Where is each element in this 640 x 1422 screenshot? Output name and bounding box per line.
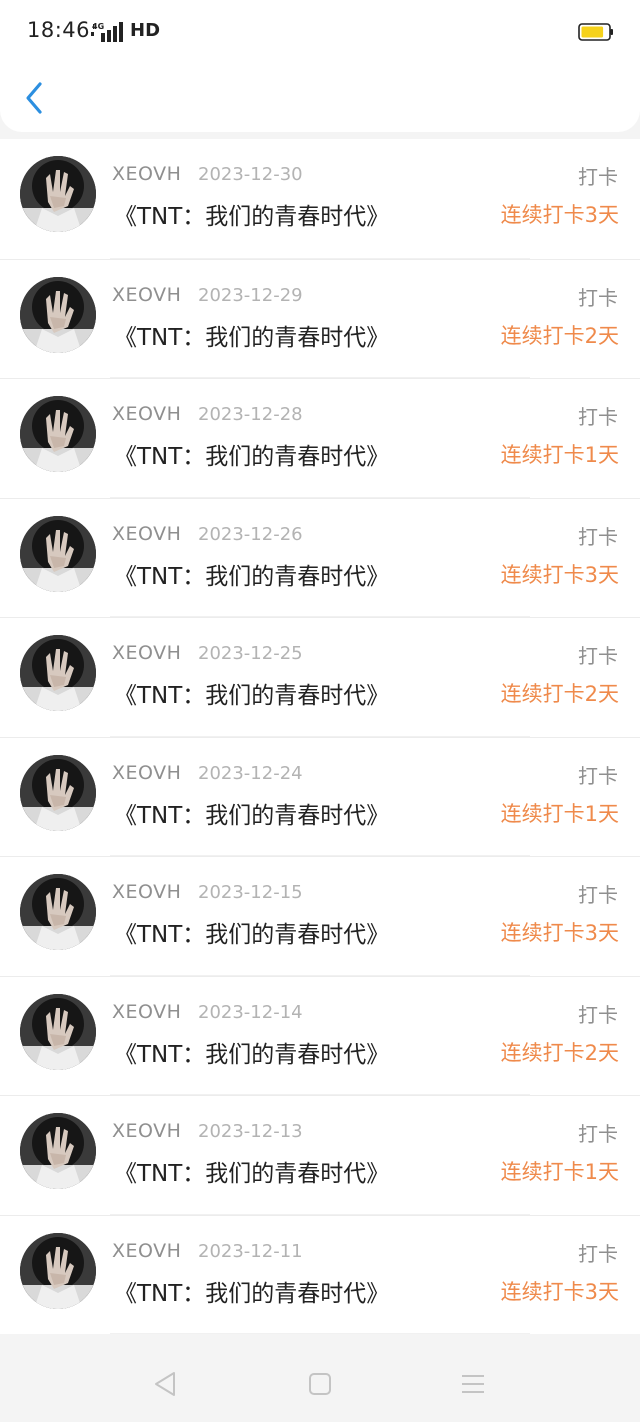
avatar-image <box>20 276 96 353</box>
book-title: 《TNT：我们的青春时代》 <box>114 922 390 948</box>
username: XEOVH <box>112 761 182 784</box>
list-item[interactable]: XEOVH 2023-12-30 《TNT：我们的青春时代》 打卡 连续打卡3天 <box>0 139 640 259</box>
streak-label: 连续打卡1天 <box>500 443 619 467</box>
system-navigation-bar <box>0 1344 640 1422</box>
streak-label: 连续打卡1天 <box>500 801 619 826</box>
checkin-date: 2023-12-30 <box>198 164 303 185</box>
book-title: 《TNT：我们的青春时代》 <box>114 683 390 709</box>
list-item[interactable]: XEOVH 2023-12-15 《TNT：我们的青春时代》 打卡 连续打卡3天 <box>0 856 640 976</box>
book-title: 《TNT：我们的青春时代》 <box>114 204 390 230</box>
avatar-image <box>20 635 96 711</box>
checkin-date: 2023-12-13 <box>198 1121 303 1142</box>
list-item[interactable]: XEOVH 2023-12-14 《TNT：我们的青春时代》 打卡 连续打卡2天 <box>0 975 640 1095</box>
username: XEOVH <box>112 642 182 664</box>
book-title: 《TNT：我们的青春时代》 <box>114 444 390 470</box>
screen: 18:46 4G HD XEOVH 2023-12-30 《TNT：我们的青春时… <box>0 0 640 1422</box>
streak-label: 连续打卡2天 <box>500 682 619 706</box>
checkin-date: 2023-12-28 <box>198 404 303 425</box>
streak-label: 连续打卡2天 <box>500 323 619 348</box>
list-item[interactable]: XEOVH 2023-12-11 《TNT：我们的青春时代》 打卡 连续打卡3天 <box>0 1214 640 1334</box>
checkin-action[interactable]: 打卡 <box>578 879 618 908</box>
divider <box>110 1333 530 1334</box>
checkin-list: XEOVH 2023-12-30 《TNT：我们的青春时代》 打卡 连续打卡3天… <box>0 139 640 1334</box>
username: XEOVH <box>112 1120 182 1142</box>
avatar <box>20 754 96 831</box>
list-item[interactable]: XEOVH 2023-12-25 《TNT：我们的青春时代》 打卡 连续打卡2天 <box>0 617 640 737</box>
avatar-image <box>20 993 96 1070</box>
checkin-action[interactable]: 打卡 <box>578 640 618 669</box>
book-title: 《TNT：我们的青春时代》 <box>114 802 390 829</box>
battery-icon <box>578 23 613 41</box>
status-time: 18:46 <box>27 18 91 42</box>
hd-indicator: HD <box>130 20 161 41</box>
menu-lines-icon[interactable] <box>459 1370 487 1398</box>
checkin-date: 2023-12-11 <box>198 1240 303 1262</box>
streak-label: 连续打卡1天 <box>500 1160 619 1184</box>
avatar-image <box>20 1232 96 1309</box>
streak-label: 连续打卡3天 <box>500 1279 619 1304</box>
avatar <box>20 1232 96 1309</box>
username: XEOVH <box>112 403 182 425</box>
signal-icon: 4G <box>91 22 123 42</box>
checkin-action[interactable]: 打卡 <box>578 401 618 430</box>
avatar <box>20 515 96 592</box>
checkin-action[interactable]: 打卡 <box>578 521 618 550</box>
username: XEOVH <box>112 163 182 185</box>
streak-label: 连续打卡3天 <box>500 203 619 227</box>
list-item[interactable]: XEOVH 2023-12-28 《TNT：我们的青春时代》 打卡 连续打卡1天 <box>0 378 640 498</box>
avatar <box>20 993 96 1070</box>
list-item[interactable]: XEOVH 2023-12-26 《TNT：我们的青春时代》 打卡 连续打卡3天 <box>0 497 640 617</box>
checkin-action[interactable]: 打卡 <box>578 1238 618 1267</box>
checkin-date: 2023-12-26 <box>198 523 303 545</box>
checkin-action[interactable]: 打卡 <box>578 760 618 789</box>
checkin-date: 2023-12-14 <box>198 1001 303 1023</box>
username: XEOVH <box>112 1239 182 1262</box>
checkin-action[interactable]: 打卡 <box>578 282 618 311</box>
book-title: 《TNT：我们的青春时代》 <box>114 563 390 590</box>
streak-label: 连续打卡3天 <box>500 562 619 587</box>
avatar-image <box>20 754 96 831</box>
avatar-image <box>20 515 96 592</box>
checkin-action[interactable]: 打卡 <box>578 1118 618 1147</box>
avatar-image <box>20 1113 96 1189</box>
chevron-left-icon[interactable] <box>20 78 50 118</box>
checkin-date: 2023-12-29 <box>198 284 303 306</box>
username: XEOVH <box>112 522 182 545</box>
checkin-action[interactable]: 打卡 <box>578 161 618 190</box>
list-item[interactable]: XEOVH 2023-12-24 《TNT：我们的青春时代》 打卡 连续打卡1天 <box>0 736 640 856</box>
username: XEOVH <box>112 881 182 903</box>
book-title: 《TNT：我们的青春时代》 <box>114 324 390 351</box>
avatar <box>20 276 96 353</box>
status-bar: 18:46 4G HD <box>0 0 640 64</box>
avatar-image <box>20 156 96 232</box>
square-home-icon[interactable] <box>306 1370 334 1398</box>
triangle-back-icon[interactable] <box>152 1370 180 1398</box>
streak-label: 连续打卡2天 <box>500 1040 619 1065</box>
username: XEOVH <box>112 283 182 306</box>
checkin-date: 2023-12-25 <box>198 643 303 664</box>
avatar <box>20 635 96 711</box>
username: XEOVH <box>112 1000 182 1023</box>
avatar <box>20 874 96 950</box>
checkin-action[interactable]: 打卡 <box>578 999 618 1028</box>
book-title: 《TNT：我们的青春时代》 <box>114 1161 390 1187</box>
streak-label: 连续打卡3天 <box>500 921 619 945</box>
header: 18:46 4G HD <box>0 0 640 132</box>
list-item[interactable]: XEOVH 2023-12-29 《TNT：我们的青春时代》 打卡 连续打卡2天 <box>0 258 640 378</box>
avatar-image <box>20 396 96 472</box>
list-item[interactable]: XEOVH 2023-12-13 《TNT：我们的青春时代》 打卡 连续打卡1天 <box>0 1095 640 1215</box>
checkin-date: 2023-12-24 <box>198 762 303 784</box>
checkin-date: 2023-12-15 <box>198 882 303 903</box>
avatar-image <box>20 874 96 950</box>
book-title: 《TNT：我们的青春时代》 <box>114 1041 390 1068</box>
avatar <box>20 396 96 472</box>
book-title: 《TNT：我们的青春时代》 <box>114 1280 390 1307</box>
avatar <box>20 1113 96 1189</box>
avatar <box>20 156 96 232</box>
